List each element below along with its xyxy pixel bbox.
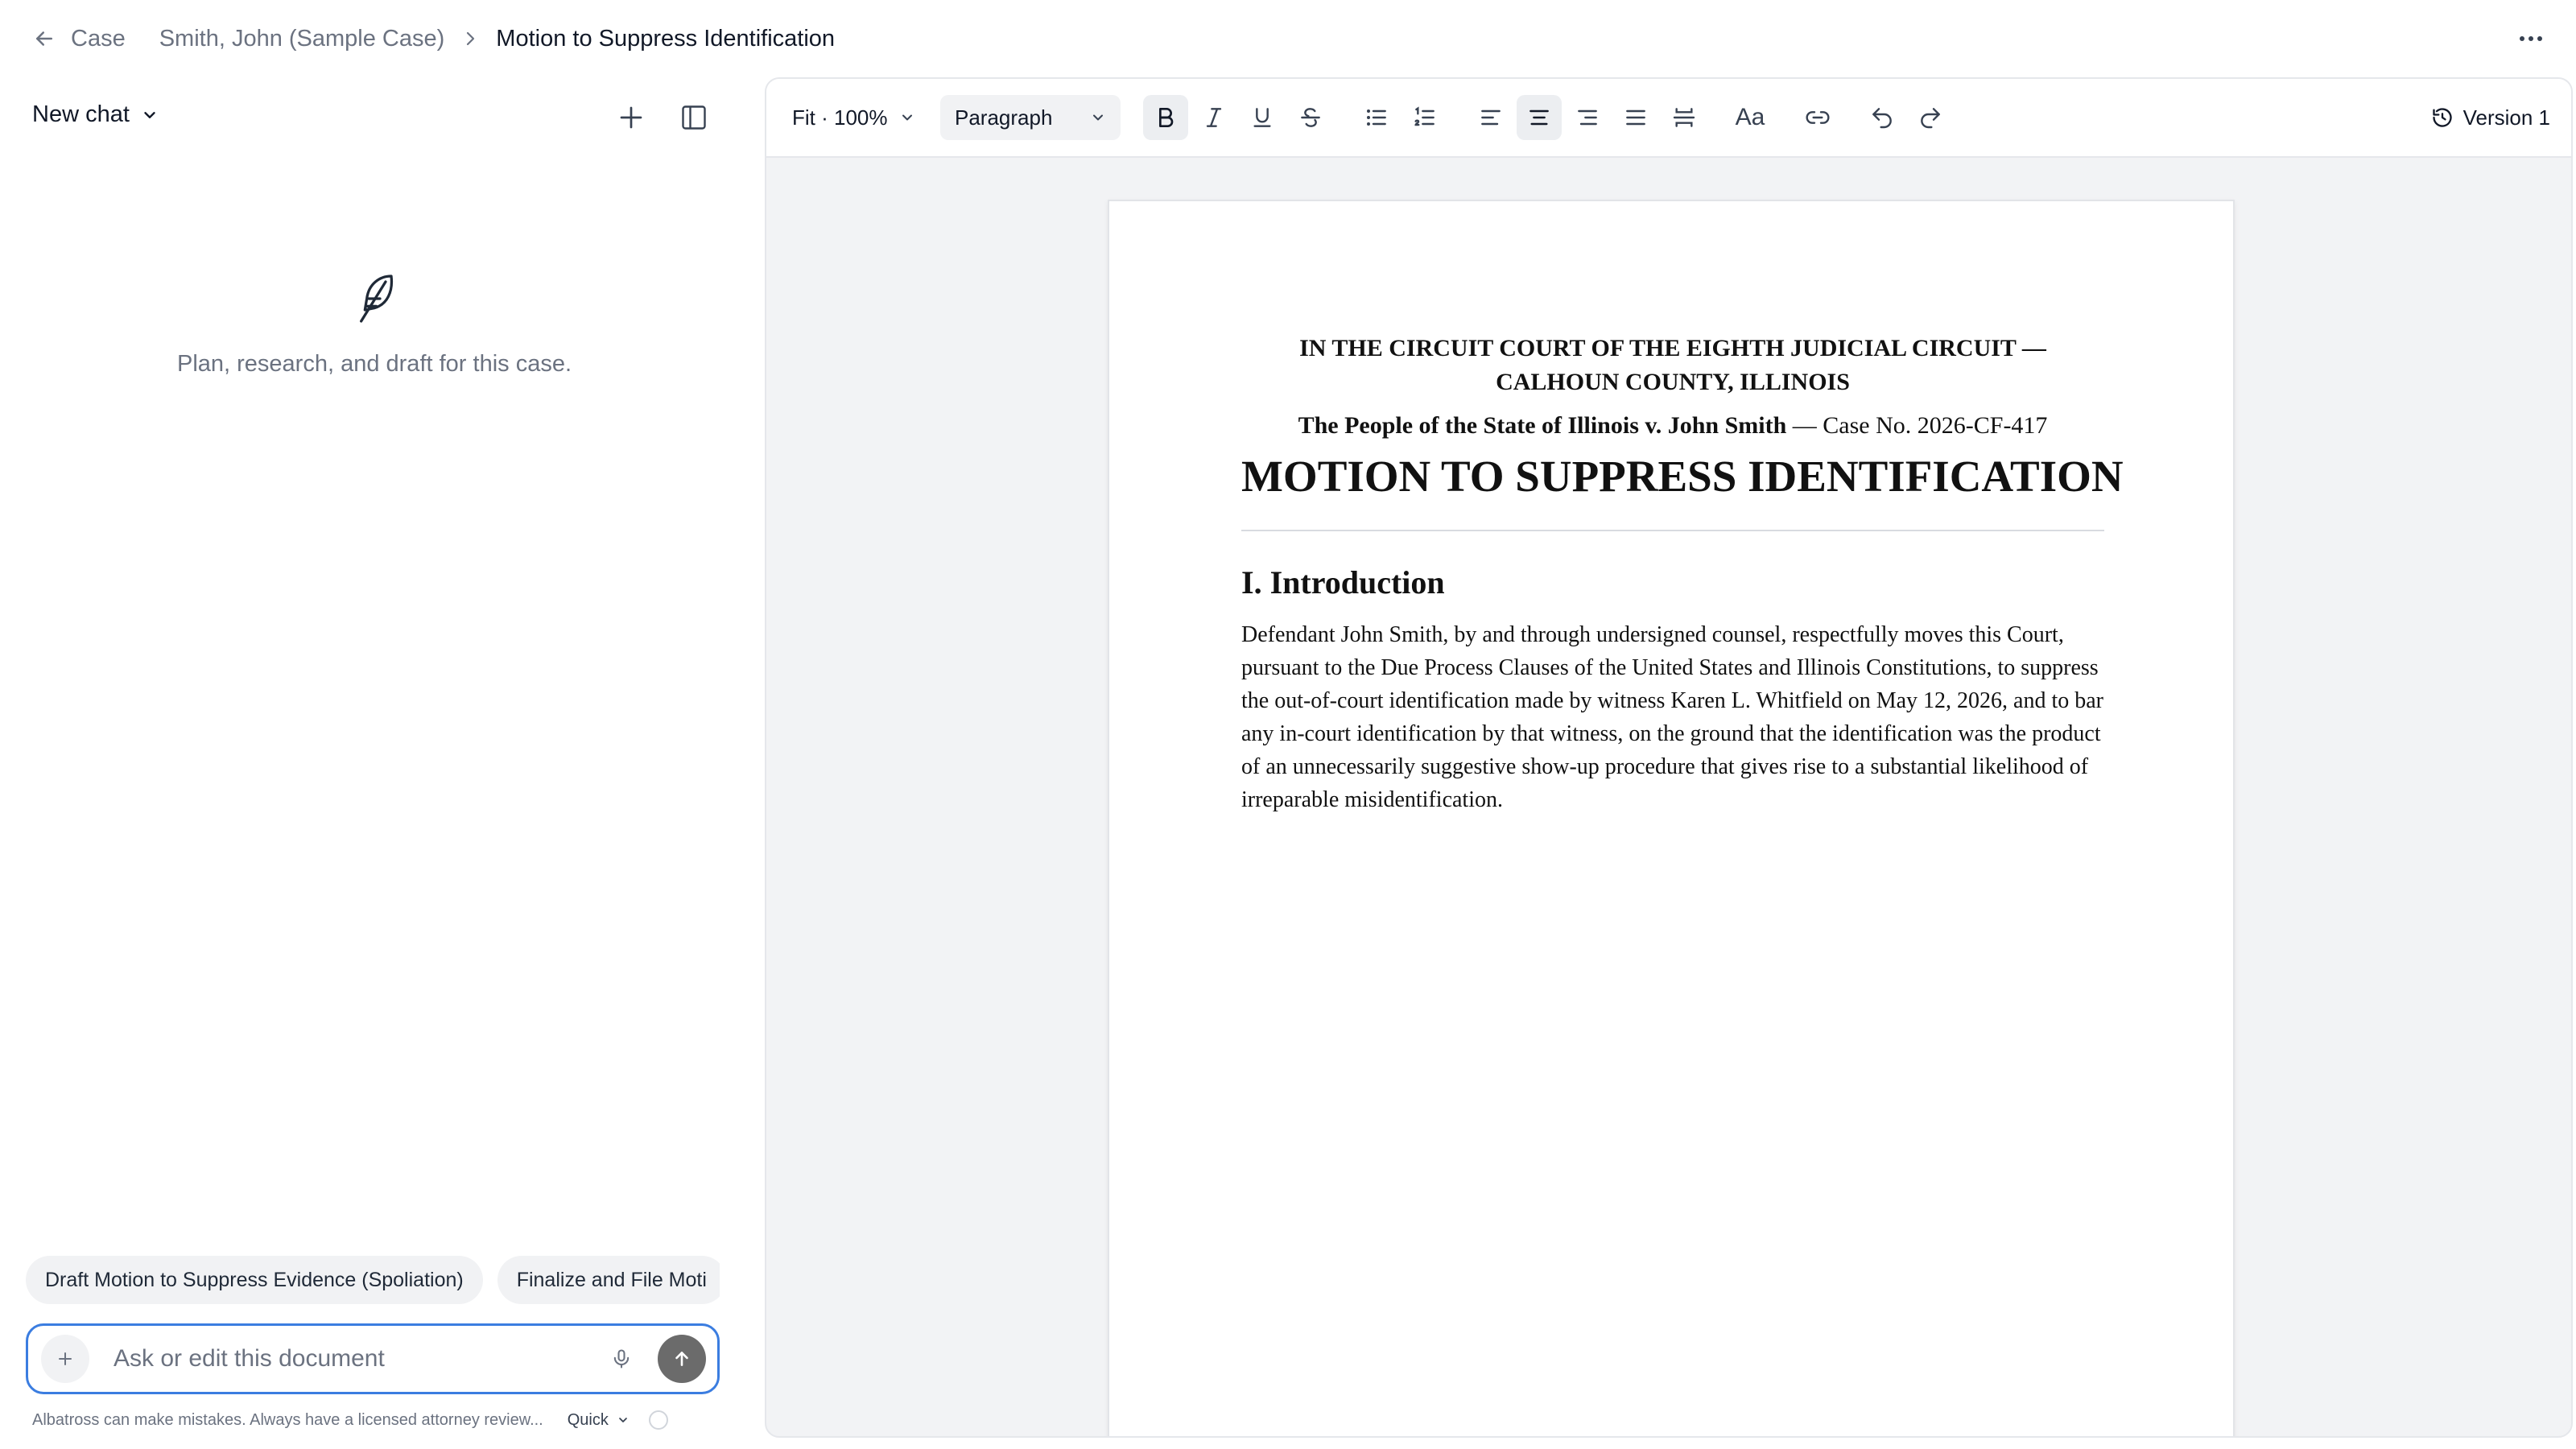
send-button[interactable] — [658, 1335, 706, 1383]
underline-button[interactable] — [1240, 95, 1285, 140]
attach-button[interactable] — [41, 1335, 89, 1383]
redo-icon — [1921, 108, 1940, 129]
breadcrumb: Case Smith, John (Sample Case) Motion to… — [32, 26, 835, 52]
status-circle-icon — [648, 1410, 668, 1430]
align-left-icon — [1481, 109, 1501, 126]
ai-disclaimer: Albatross can make mistakes. Always have… — [32, 1410, 543, 1429]
font-options-button[interactable]: Aa — [1728, 95, 1773, 140]
zoom-label: Fit · 100% — [792, 105, 888, 130]
document-editor: Fit · 100% Paragraph Aa Version 1 IN THE… — [765, 77, 2573, 1438]
court-caption-line-1: IN THE CIRCUIT COURT OF THE EIGHTH JUDIC… — [1299, 335, 2046, 361]
back-to-case-link[interactable]: Case — [32, 26, 126, 52]
sidebar-panel-icon — [682, 105, 706, 130]
link-icon — [1806, 111, 1830, 124]
undo-button[interactable] — [1860, 95, 1905, 140]
justify-button[interactable] — [1613, 95, 1658, 140]
breadcrumb-current-document: Motion to Suppress Identification — [496, 25, 836, 52]
bullet-list-icon — [1367, 109, 1386, 126]
plus-icon — [59, 1352, 72, 1365]
numbered-list-button[interactable] — [1402, 95, 1447, 140]
voice-input-button[interactable] — [601, 1339, 642, 1379]
chevron-down-icon — [619, 1418, 627, 1422]
mode-label: Quick — [567, 1410, 609, 1429]
arrow-up-icon — [675, 1352, 688, 1366]
strikethrough-icon — [1301, 108, 1320, 127]
version-label: Version 1 — [2462, 105, 2550, 130]
align-left-button[interactable] — [1468, 95, 1513, 140]
case-parties: The People of the State of Illinois v. J… — [1298, 412, 1787, 439]
align-center-icon — [1530, 109, 1549, 126]
plus-icon — [620, 106, 642, 129]
align-right-button[interactable] — [1565, 95, 1610, 140]
document-content: IN THE CIRCUIT COURT OF THE EIGHTH JUDIC… — [1241, 332, 2124, 816]
introduction-paragraph: Defendant John Smith, by and through und… — [1241, 622, 2103, 812]
horizontal-rule-icon — [1673, 108, 1695, 127]
document-page[interactable]: IN THE CIRCUIT COURT OF THE EIGHTH JUDIC… — [1108, 200, 2235, 1436]
zoom-dropdown[interactable]: Fit · 100% — [782, 97, 925, 138]
suggestion-chip[interactable]: Draft Motion to Suppress Evidence (Spoli… — [26, 1256, 483, 1304]
court-caption-line-2: CALHOUN COUNTY, ILLINOIS — [1496, 369, 1850, 395]
chat-empty-state: Plan, research, and draft for this case. — [0, 270, 749, 378]
underline-icon — [1253, 108, 1271, 127]
chevron-right-icon — [460, 29, 480, 48]
italic-icon — [1206, 108, 1222, 127]
suggestion-chips: Draft Motion to Suppress Evidence (Spoli… — [26, 1256, 720, 1304]
chat-header-actions — [609, 95, 716, 140]
insert-link-button[interactable] — [1795, 95, 1840, 140]
chevron-down-icon — [1093, 114, 1103, 121]
bold-icon — [1159, 108, 1174, 127]
ellipsis-icon — [2520, 36, 2542, 41]
italic-button[interactable] — [1191, 95, 1236, 140]
version-history-button[interactable]: Version 1 — [2431, 97, 2550, 138]
undo-icon — [1872, 108, 1892, 129]
chat-title: New chat — [32, 101, 130, 127]
case-parties-line: The People of the State of Illinois v. J… — [1241, 409, 2104, 443]
chat-composer — [26, 1323, 720, 1394]
editor-toolbar: Fit · 100% Paragraph Aa Version 1 — [766, 79, 2571, 158]
breadcrumb-case-link[interactable]: Smith, John (Sample Case) — [159, 26, 445, 52]
chat-input[interactable] — [112, 1344, 601, 1373]
block-style-label: Paragraph — [955, 105, 1053, 130]
block-style-dropdown[interactable]: Paragraph — [940, 95, 1121, 140]
back-label: Case — [71, 25, 126, 52]
horizontal-rule-button[interactable] — [1662, 95, 1707, 140]
more-options-button[interactable] — [2513, 23, 2549, 55]
top-bar: Case Smith, John (Sample Case) Motion to… — [0, 0, 2576, 77]
numbered-list-icon — [1414, 106, 1435, 126]
arrow-left-icon — [36, 31, 52, 46]
chat-selector-dropdown[interactable]: New chat — [32, 101, 159, 128]
case-number: — Case No. 2026-CF-417 — [1786, 412, 2048, 439]
align-justify-icon — [1626, 109, 1645, 126]
bullet-list-button[interactable] — [1354, 95, 1399, 140]
mode-selector[interactable]: Quick — [568, 1411, 630, 1430]
empty-state-text: Plan, research, and draft for this case. — [176, 351, 572, 377]
court-caption: IN THE CIRCUIT COURT OF THE EIGHTH JUDIC… — [1241, 332, 2104, 399]
chevron-down-icon — [144, 111, 155, 118]
history-icon — [2432, 108, 2452, 127]
chevron-down-icon — [902, 114, 912, 121]
align-center-button[interactable] — [1517, 95, 1562, 140]
new-chat-button[interactable] — [609, 95, 654, 140]
suggestion-chip[interactable]: Finalize and File Moti — [497, 1256, 720, 1304]
title-divider — [1241, 530, 2104, 531]
microphone-icon — [613, 1349, 630, 1368]
chat-panel: New chat Plan, research, and draft for t… — [0, 77, 749, 1449]
feather-icon — [360, 275, 394, 323]
bold-button[interactable] — [1143, 95, 1188, 140]
align-right-icon — [1578, 109, 1597, 126]
section-heading: I. Introduction — [1241, 564, 1445, 601]
chat-footer: Albatross can make mistakes. Always have… — [32, 1410, 720, 1430]
redo-button[interactable] — [1908, 95, 1953, 140]
toggle-sidebar-button[interactable] — [671, 95, 716, 140]
strikethrough-button[interactable] — [1288, 95, 1333, 140]
document-title: MOTION TO SUPPRESS IDENTIFICATION — [1241, 452, 2124, 501]
